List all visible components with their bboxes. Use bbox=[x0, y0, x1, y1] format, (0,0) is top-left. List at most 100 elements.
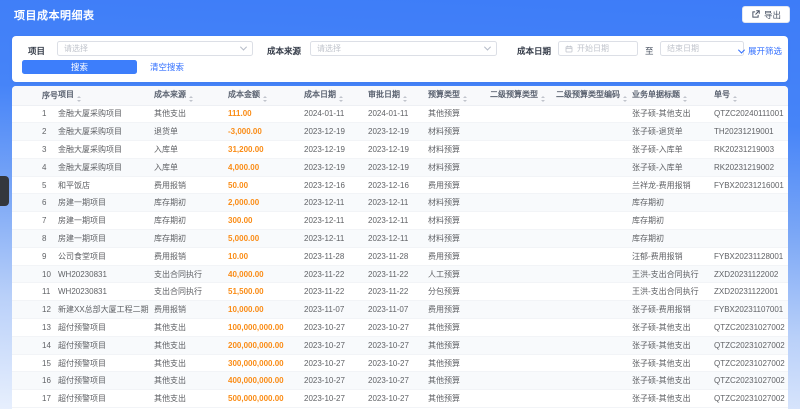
table-row[interactable]: 16 超付预警项目 其他支出 400,000,000.00 2023-10-27 2023… bbox=[12, 371, 788, 391]
table-row[interactable]: 8 房建一期项目 库存期初 5,000.00 2023-12-11 2023-12-11 材… bbox=[12, 229, 788, 248]
table-cell: 分包预算 bbox=[428, 282, 490, 302]
table-cell: WH20230831 bbox=[58, 265, 154, 284]
table-cell bbox=[490, 211, 556, 231]
table-cell: 2023-11-07 bbox=[304, 300, 368, 320]
table-row[interactable]: 10 WH20230831 支出合同执行 40,000.00 2023-11-22 202… bbox=[12, 265, 788, 284]
table-cell: 库存期初 bbox=[154, 193, 228, 213]
table-cell: 张子硕-其他支出 bbox=[632, 105, 714, 124]
table-cell: 张子硕-入库单 bbox=[632, 140, 714, 159]
table-cell: 和平饭店 bbox=[58, 176, 154, 195]
table-cell bbox=[556, 354, 632, 373]
table-cell: 公司食堂项目 bbox=[58, 247, 154, 266]
table-cell: QTZC20231027002 bbox=[714, 389, 788, 409]
sort-icon[interactable] bbox=[77, 96, 81, 102]
table-cell: 2023-10-27 bbox=[304, 389, 368, 409]
table-row[interactable]: 1 金融大厦采购项目 其他支出 111.00 2024-01-11 2024-01-11 其… bbox=[12, 105, 788, 124]
sort-icon[interactable] bbox=[683, 96, 687, 102]
column-header[interactable]: 单号 bbox=[714, 86, 788, 106]
table-row[interactable]: 4 金融大厦采购项目 入库单 4,000.00 2023-12-19 2023-12-19… bbox=[12, 158, 788, 177]
table-cell: 3 bbox=[12, 140, 58, 159]
sort-icon[interactable] bbox=[403, 96, 407, 102]
table-cell: 5,000.00 bbox=[228, 229, 304, 248]
search-button[interactable]: 搜索 bbox=[22, 60, 137, 74]
table-cell: 2023-12-19 bbox=[304, 158, 368, 177]
table-cell: 2023-12-11 bbox=[368, 229, 428, 248]
table-row[interactable]: 5 和平饭店 费用报销 50.00 2023-12-16 2023-12-16 费用预算 兰祥… bbox=[12, 176, 788, 195]
table-cell: 费用预算 bbox=[428, 176, 490, 195]
table-cell bbox=[556, 229, 632, 248]
table-cell: QTZC20231027002 bbox=[714, 354, 788, 373]
page-title: 项目成本明细表 bbox=[14, 10, 95, 22]
column-header[interactable]: 项目 bbox=[58, 86, 154, 106]
table-cell: 其他预算 bbox=[428, 354, 490, 373]
table-cell: 2023-12-19 bbox=[368, 122, 428, 142]
table-row[interactable]: 6 房建一期项目 库存期初 2,000.00 2023-12-11 2023-12-11 材… bbox=[12, 193, 788, 213]
table-cell bbox=[714, 211, 788, 231]
table-cell: 超付预警项目 bbox=[58, 354, 154, 373]
table-row[interactable]: 2 金融大厦采购项目 退货单 -3,000.00 2023-12-19 2023-12-1… bbox=[12, 122, 788, 142]
table-cell: 8 bbox=[12, 229, 58, 248]
table-cell bbox=[490, 300, 556, 320]
sort-icon[interactable] bbox=[463, 96, 467, 102]
table-row[interactable]: 14 超付预警项目 其他支出 200,000,000.00 2023-10-27 2023… bbox=[12, 336, 788, 355]
table-cell bbox=[556, 389, 632, 409]
column-header[interactable]: 二级预算类型 bbox=[490, 86, 556, 106]
cost-table: 序号 项目 成本来源 成本金额 成本日期 审批日期 预算类型 二级预算类型 二级预算类型编码 业务… bbox=[12, 86, 788, 409]
end-date-input[interactable]: 结束日期 bbox=[660, 41, 744, 56]
table-cell: 超付预警项目 bbox=[58, 371, 154, 391]
sort-icon[interactable] bbox=[623, 96, 627, 102]
side-drawer-handle[interactable] bbox=[0, 176, 9, 206]
column-header[interactable]: 成本来源 bbox=[154, 86, 228, 106]
table-cell: 费用报销 bbox=[154, 300, 228, 320]
sort-icon[interactable] bbox=[733, 96, 737, 102]
table-row[interactable]: 17 超付预警项目 其他支出 500,000,000.00 2023-10-27 2023… bbox=[12, 389, 788, 409]
table-cell: 库存期初 bbox=[632, 193, 714, 213]
project-select[interactable]: 请选择 bbox=[57, 41, 253, 56]
table-row[interactable]: 3 金融大厦采购项目 入库单 31,200.00 2023-12-19 2023-12-1… bbox=[12, 140, 788, 159]
column-header[interactable]: 二级预算类型编码 bbox=[556, 86, 632, 106]
expand-filters-link[interactable]: 展开筛选 bbox=[737, 45, 782, 57]
table-cell: 其他预算 bbox=[428, 336, 490, 355]
table-row[interactable]: 13 超付预警项目 其他支出 100,000,000.00 2023-10-27 2023… bbox=[12, 318, 788, 337]
table-cell: 费用预算 bbox=[428, 300, 490, 320]
table-row[interactable]: 15 超付预警项目 其他支出 300,000,000.00 2023-10-27 2023… bbox=[12, 354, 788, 373]
table-row[interactable]: 11 WH20230831 支出合同执行 51,500.00 2023-11-22 202… bbox=[12, 282, 788, 302]
table-cell bbox=[490, 193, 556, 213]
sort-icon[interactable] bbox=[541, 96, 545, 102]
column-header[interactable]: 成本金额 bbox=[228, 86, 304, 106]
table-cell: 2024-01-11 bbox=[304, 105, 368, 124]
table-cell: 11 bbox=[12, 282, 58, 302]
table-cell: 111.00 bbox=[228, 105, 304, 124]
table-cell bbox=[490, 140, 556, 159]
sort-icon[interactable] bbox=[339, 96, 343, 102]
table-cell bbox=[556, 282, 632, 302]
table-cell: 13 bbox=[12, 318, 58, 337]
table-row[interactable]: 7 房建一期项目 库存期初 300.00 2023-12-11 2023-12-11 材料预… bbox=[12, 211, 788, 231]
sort-icon[interactable] bbox=[263, 96, 267, 102]
column-header[interactable]: 业务单据标题 bbox=[632, 86, 714, 106]
table-cell bbox=[490, 389, 556, 409]
column-header[interactable]: 审批日期 bbox=[368, 86, 428, 106]
table-header: 序号 项目 成本来源 成本金额 成本日期 审批日期 预算类型 二级预算类型 二级预算类型编码 业务… bbox=[12, 86, 788, 106]
table-cell: 2023-12-11 bbox=[368, 193, 428, 213]
sort-icon[interactable] bbox=[189, 96, 193, 102]
table-cell: 房建一期项目 bbox=[58, 193, 154, 213]
column-header[interactable]: 成本日期 bbox=[304, 86, 368, 106]
table-body: 1 金融大厦采购项目 其他支出 111.00 2024-01-11 2024-01-11 其… bbox=[12, 105, 788, 409]
chevron-down-icon bbox=[239, 43, 248, 51]
export-button[interactable]: 导出 bbox=[741, 6, 790, 23]
column-header[interactable]: 预算类型 bbox=[428, 86, 490, 106]
table-row[interactable]: 9 公司食堂项目 费用报销 10.00 2023-11-28 2023-11-28 费用预算… bbox=[12, 247, 788, 266]
table-cell: WH20230831 bbox=[58, 282, 154, 302]
chevron-down-icon bbox=[483, 43, 492, 51]
date-range-separator: 至 bbox=[645, 46, 654, 56]
table-cell: 7 bbox=[12, 211, 58, 231]
start-date-input[interactable]: 开始日期 bbox=[558, 41, 638, 56]
table-cell: 金融大厦采购项目 bbox=[58, 105, 154, 124]
cost-source-select[interactable]: 请选择 bbox=[310, 41, 497, 56]
table-row[interactable]: 12 新建XX总部大厦工程二期 费用报销 10,000.00 2023-11-07 202… bbox=[12, 300, 788, 320]
table-cell bbox=[556, 158, 632, 177]
table-cell: 材料预算 bbox=[428, 211, 490, 231]
table-cell: 人工预算 bbox=[428, 265, 490, 284]
clear-search-link[interactable]: 清空搜索 bbox=[150, 60, 184, 74]
